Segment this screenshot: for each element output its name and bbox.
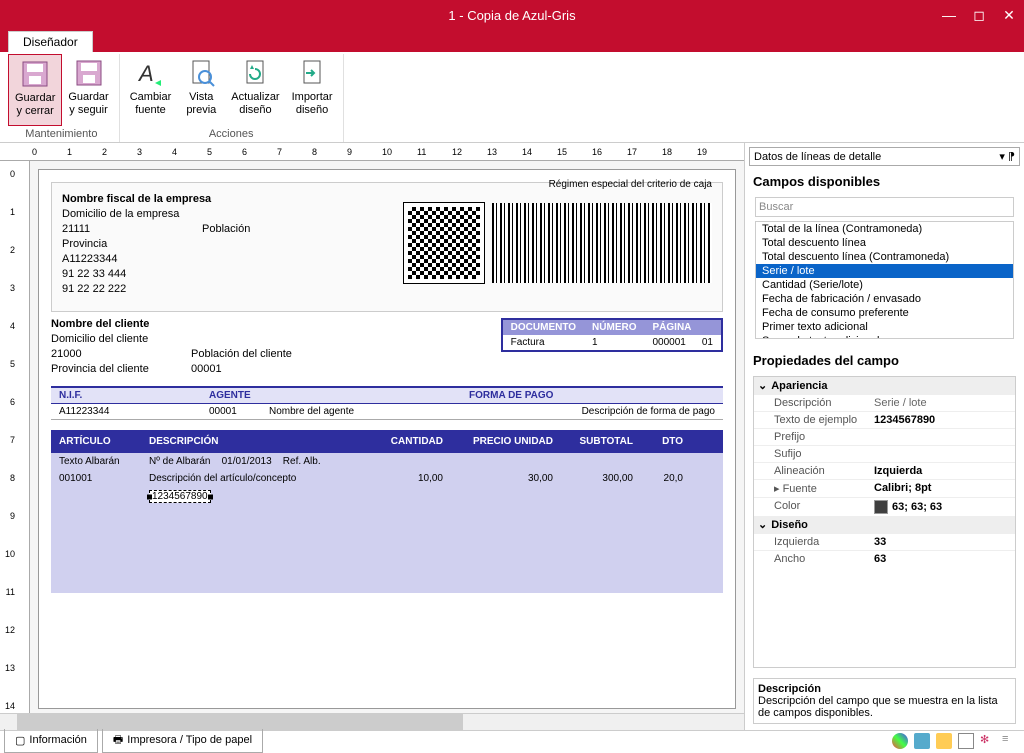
titlebar: 1 - Copia de Azul-Gris — ◻ ✕ — [0, 0, 1024, 30]
import-design-button[interactable]: Importar diseño — [286, 54, 339, 126]
field-list-item[interactable]: Serie / lote — [756, 264, 1013, 278]
company-fax[interactable]: 91 22 22 222 — [62, 283, 342, 295]
company-block[interactable]: Régimen especial del criterio de caja No… — [51, 182, 723, 312]
font-icon: A — [135, 57, 167, 89]
company-phone[interactable]: 91 22 33 444 — [62, 268, 342, 280]
props-title: Propiedades del campo — [745, 349, 1024, 372]
status-tab-info[interactable]: ▢Información — [4, 729, 98, 753]
field-list-item[interactable]: Total de la línea (Contramoneda) — [756, 222, 1013, 236]
company-nif[interactable]: A11223344 — [62, 253, 342, 265]
data-source-dropdown[interactable]: Datos de líneas de detalle ▾ ⁋ — [749, 147, 1020, 166]
maximize-button[interactable]: ◻ — [964, 0, 994, 30]
update-design-button[interactable]: Actualizar diseño — [225, 54, 285, 126]
property-grid[interactable]: ⌄Apariencia DescripciónSerie / lote Text… — [753, 376, 1016, 668]
statusbar: ▢Información 🖶Impresora / Tipo de papel … — [0, 730, 1024, 750]
window-title: 1 - Copia de Azul-Gris — [448, 8, 575, 23]
horizontal-scrollbar[interactable] — [0, 713, 744, 730]
search-input[interactable]: Buscar — [755, 197, 1014, 217]
printer-icon: 🖶 — [113, 731, 123, 750]
client-code[interactable]: 00001 — [191, 363, 222, 375]
field-list-item[interactable]: Total descuento línea (Contramoneda) — [756, 250, 1013, 264]
vertical-ruler: for(let i=0;i<=14;i++){document.write('<… — [0, 161, 30, 713]
fields-title: Campos disponibles — [745, 170, 1024, 193]
client-province[interactable]: Provincia del cliente — [51, 363, 191, 375]
company-name[interactable]: Nombre fiscal de la empresa — [62, 193, 342, 205]
field-list-item[interactable]: Fecha de fabricación / envasado — [756, 292, 1013, 306]
qr-code-placeholder[interactable] — [404, 203, 484, 283]
status-tab-printer[interactable]: 🖶Impresora / Tipo de papel — [102, 729, 263, 753]
group-appearance[interactable]: ⌄Apariencia — [754, 377, 1015, 394]
tab-row: Diseñador — [0, 30, 1024, 52]
save-close-icon — [19, 58, 51, 90]
doc-header-table[interactable]: DOCUMENTONÚMEROPÁGINA Factura100000101 — [501, 318, 723, 352]
company-province[interactable]: Provincia — [62, 238, 342, 250]
import-icon — [296, 57, 328, 89]
status-icon[interactable]: ✻ — [980, 733, 996, 749]
preview-button[interactable]: Vista previa — [177, 54, 225, 126]
preview-icon — [185, 57, 217, 89]
regimen-label[interactable]: Régimen especial del criterio de caja — [549, 179, 712, 190]
horizontal-ruler: for(let i=0;i<=19;i++){document.write('<… — [0, 143, 744, 161]
save-close-button[interactable]: Guardar y cerrar — [8, 54, 62, 126]
color-swatch — [874, 500, 888, 514]
status-icon[interactable] — [936, 733, 952, 749]
nif-data-row[interactable]: A11223344 00001 Nombre del agente Descri… — [51, 404, 723, 420]
field-list-item[interactable]: Fecha de consumo preferente — [756, 306, 1013, 320]
company-city[interactable]: Población — [202, 223, 250, 235]
document-surface[interactable]: Régimen especial del criterio de caja No… — [38, 169, 736, 709]
ribbon-group-label: Mantenimiento — [8, 126, 115, 142]
field-list-item[interactable]: Primer texto adicional — [756, 320, 1013, 334]
company-address[interactable]: Domicilio de la empresa — [62, 208, 342, 220]
items-header[interactable]: ARTÍCULO DESCRIPCIÓN CANTIDAD PRECIO UNI… — [51, 430, 723, 453]
refresh-icon — [239, 57, 271, 89]
client-city[interactable]: Población del cliente — [191, 348, 292, 360]
field-list-item[interactable]: Total descuento línea — [756, 236, 1013, 250]
nif-header-row[interactable]: N.I.F. AGENTE FORMA DE PAGO — [51, 386, 723, 404]
design-canvas[interactable]: Régimen especial del criterio de caja No… — [30, 161, 744, 713]
save-continue-button[interactable]: Guardar y seguir — [62, 54, 114, 126]
items-body[interactable]: Texto Albarán Nº de Albarán 01/01/2013 R… — [51, 453, 723, 593]
svg-text:A: A — [137, 61, 154, 86]
client-postal[interactable]: 21000 — [51, 348, 191, 360]
selected-field-serie[interactable]: 1234567890 — [149, 490, 211, 503]
expand-icon[interactable]: ▸ Fuente — [774, 482, 874, 495]
status-icon[interactable]: ≡ — [1002, 733, 1018, 749]
change-font-button[interactable]: A Cambiar fuente — [124, 54, 178, 126]
close-button[interactable]: ✕ — [994, 0, 1024, 30]
client-doc-row: Nombre del cliente Domicilio del cliente… — [51, 318, 723, 378]
company-postal[interactable]: 21111 — [62, 223, 202, 235]
client-address[interactable]: Domicilio del cliente — [51, 333, 431, 345]
ribbon-group-label: Acciones — [124, 126, 339, 142]
status-icon[interactable] — [914, 733, 930, 749]
right-panel: Datos de líneas de detalle ▾ ⁋ Campos di… — [744, 143, 1024, 730]
save-continue-icon — [73, 57, 105, 89]
minimize-button[interactable]: — — [934, 0, 964, 30]
status-icons: ✻ ≡ — [892, 733, 1024, 749]
chevron-down-icon: ▾ ⁋ — [999, 150, 1015, 163]
status-icon[interactable] — [892, 733, 908, 749]
barcode-placeholder[interactable] — [492, 203, 712, 283]
field-list-item[interactable]: Cantidad (Serie/lote) — [756, 278, 1013, 292]
field-list-item[interactable]: Segundo texto adicional — [756, 334, 1013, 339]
group-design[interactable]: ⌄Diseño — [754, 516, 1015, 533]
ribbon: Guardar y cerrar Guardar y seguir Manten… — [0, 52, 1024, 143]
collapse-icon[interactable]: ⌄ — [758, 379, 767, 392]
collapse-icon[interactable]: ⌄ — [758, 518, 767, 531]
hint-box: Descripción Descripción del campo que se… — [753, 678, 1016, 724]
info-icon: ▢ — [15, 734, 25, 747]
client-name[interactable]: Nombre del cliente — [51, 318, 431, 330]
tab-designer[interactable]: Diseñador — [8, 31, 93, 52]
status-icon[interactable] — [958, 733, 974, 749]
fields-list[interactable]: Total de la línea (Contramoneda)Total de… — [755, 221, 1014, 339]
